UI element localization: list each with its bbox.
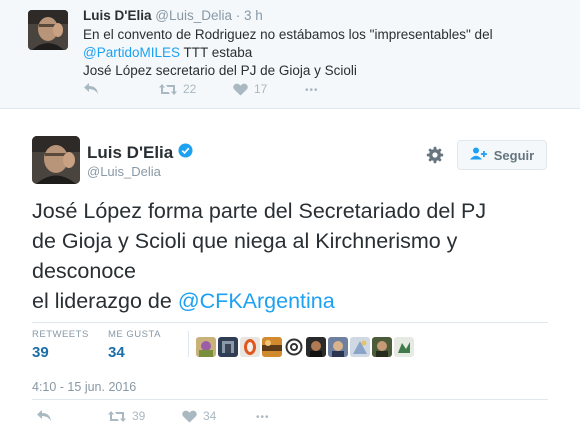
avatar[interactable]: [28, 10, 68, 50]
retweet-count: 22: [183, 82, 197, 96]
liker-avatar[interactable]: [328, 337, 348, 357]
tweet-timestamp[interactable]: 4:10 - 15 jun. 2016: [32, 380, 136, 394]
reply-icon: [36, 409, 52, 422]
liker-avatar[interactable]: [262, 337, 282, 357]
liker-avatar[interactable]: [350, 337, 370, 357]
author-name[interactable]: Luis D'Elia: [83, 8, 151, 23]
tweet-text-line: @PartidoMILES TTT estaba: [83, 44, 563, 62]
retweet-icon: [108, 410, 126, 423]
liker-avatar[interactable]: [218, 337, 238, 357]
liker-avatar[interactable]: [240, 337, 260, 357]
more-icon: •••: [256, 412, 270, 423]
liker-avatar[interactable]: [372, 337, 392, 357]
author-name-text: Luis D'Elia: [87, 143, 174, 162]
likes-stat[interactable]: ME GUSTA 34: [108, 329, 161, 361]
reply-button[interactable]: [36, 409, 52, 422]
more-button[interactable]: •••: [305, 85, 319, 96]
retweet-count: 39: [132, 409, 146, 423]
liker-avatars: [196, 337, 414, 357]
divider: [32, 399, 548, 400]
retweets-stat[interactable]: RETWEETS 39: [32, 329, 89, 361]
tweet-text-fragment: TTT estaba: [180, 45, 253, 60]
tweet-text-line: José López forma parte del Secretariado …: [32, 199, 487, 223]
tweet-text-line: desconoce: [32, 259, 136, 283]
tweet-text-fragment: el liderazgo de: [32, 289, 178, 313]
heart-icon: [182, 410, 197, 423]
liker-avatar[interactable]: [196, 337, 216, 357]
likes-count: 34: [108, 344, 125, 361]
tweet-text-line: el liderazgo de @CFKArgentina: [32, 286, 562, 316]
parent-tweet[interactable]: Luis D'Elia @Luis_Delia · 3 h En el conv…: [0, 0, 580, 109]
follow-label: Seguir: [493, 147, 535, 163]
separator: ·: [235, 8, 241, 23]
liker-avatar[interactable]: [306, 337, 326, 357]
retweet-button[interactable]: 39: [108, 409, 145, 423]
stat-separator: [188, 331, 189, 357]
retweets-count: 39: [32, 344, 49, 361]
like-button[interactable]: 17: [233, 82, 267, 96]
main-tweet-text: José López forma parte del Secretariado …: [32, 196, 562, 316]
liker-avatar[interactable]: [284, 337, 304, 357]
mention-link[interactable]: @PartidoMILES: [83, 45, 180, 60]
retweet-button[interactable]: 22: [159, 82, 196, 96]
main-tweet-actions: 39 34 •••: [32, 409, 332, 427]
mention-link[interactable]: @CFKArgentina: [178, 289, 335, 313]
parent-tweet-header: Luis D'Elia @Luis_Delia · 3 h: [83, 8, 263, 23]
tweet-text-line: de Gioja y Scioli que niega al Kirchneri…: [32, 229, 458, 253]
tweet-time[interactable]: 3 h: [244, 8, 263, 23]
like-button[interactable]: 34: [182, 409, 216, 423]
heart-icon: [233, 83, 248, 96]
like-count: 34: [203, 409, 217, 423]
parent-tweet-text: En el convento de Rodriguez no estábamos…: [83, 26, 563, 80]
retweet-icon: [159, 83, 177, 96]
tweet-text-line: José López secretario del PJ de Gioja y …: [83, 63, 357, 78]
follow-icon: [469, 147, 488, 163]
reply-icon: [83, 82, 99, 95]
divider: [32, 322, 548, 323]
author-handle[interactable]: @Luis_Delia: [87, 164, 161, 179]
tweet-text-line: En el convento de Rodriguez no estábamos…: [83, 27, 493, 42]
liker-avatar[interactable]: [394, 337, 414, 357]
follow-button[interactable]: Seguir: [457, 140, 547, 170]
reply-button[interactable]: [83, 82, 99, 95]
like-count: 17: [254, 82, 268, 96]
retweets-label: RETWEETS: [32, 329, 89, 340]
parent-tweet-actions: 22 17 •••: [83, 82, 343, 102]
likes-label: ME GUSTA: [108, 329, 161, 340]
gear-icon[interactable]: [426, 146, 444, 164]
more-icon: •••: [305, 85, 319, 96]
avatar[interactable]: [32, 136, 80, 184]
author-name[interactable]: Luis D'Elia: [87, 143, 193, 163]
author-handle[interactable]: @Luis_Delia: [155, 8, 232, 23]
more-button[interactable]: •••: [256, 412, 270, 423]
verified-icon: [178, 143, 193, 163]
